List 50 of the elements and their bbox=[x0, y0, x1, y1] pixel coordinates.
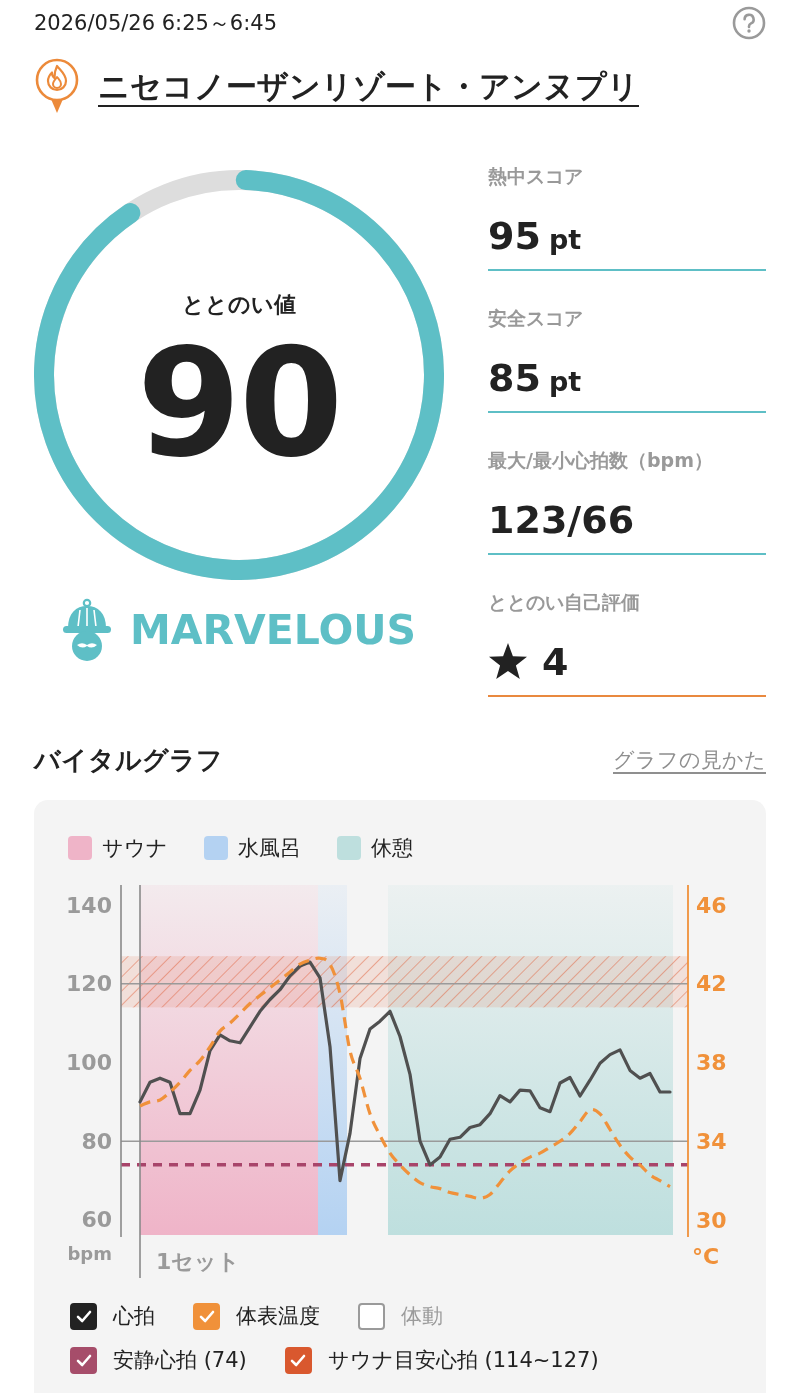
axis-tick-label: 60 bbox=[81, 1207, 112, 1233]
stat-value: 123/66 bbox=[488, 497, 635, 543]
set-label: 1セット bbox=[156, 1248, 241, 1274]
stat-unit: pt bbox=[548, 365, 582, 399]
session-datetime: 2026/05/26 6:25～6:45 bbox=[34, 10, 278, 37]
axis-unit-label: °C bbox=[692, 1243, 720, 1269]
checkbox[interactable] bbox=[284, 1346, 312, 1374]
axis-tick-label: 46 bbox=[696, 892, 727, 918]
axis-tick-label: 30 bbox=[696, 1207, 727, 1233]
stat-value: 85 bbox=[488, 355, 541, 401]
stat-label: 最大/最小心拍数（bpm） bbox=[488, 448, 714, 473]
check-icon bbox=[198, 1309, 215, 1323]
checkbox-label: 体表温度 bbox=[236, 1303, 320, 1330]
check-icon bbox=[290, 1353, 307, 1367]
axis-tick-label: 140 bbox=[66, 892, 112, 918]
checkbox-label: 心拍 bbox=[113, 1303, 155, 1330]
help-icon[interactable] bbox=[732, 6, 766, 40]
section-title: バイタルグラフ bbox=[34, 744, 223, 777]
legend-label: 休憩 bbox=[371, 835, 413, 861]
checkbox[interactable] bbox=[70, 1302, 97, 1330]
check-icon bbox=[75, 1353, 92, 1367]
checkbox-label: 安静心拍 (74) bbox=[113, 1347, 247, 1374]
legend-label: 水風呂 bbox=[238, 835, 301, 861]
score-value: 90 bbox=[136, 328, 342, 478]
legend-label: サウナ bbox=[102, 835, 168, 861]
checkbox-label: サウナ目安心拍 (114~127) bbox=[327, 1347, 599, 1374]
checkbox[interactable] bbox=[358, 1302, 385, 1330]
place-name-link[interactable]: ニセコノーザンリゾート・アンヌプリ bbox=[98, 66, 639, 106]
stat-unit: pt bbox=[548, 223, 582, 257]
checkbox-label: 体動 bbox=[401, 1303, 443, 1330]
checkbox[interactable] bbox=[193, 1302, 220, 1330]
check-icon bbox=[75, 1309, 92, 1323]
axis-tick-label: 120 bbox=[66, 971, 112, 997]
axis-tick-label: 80 bbox=[81, 1128, 112, 1154]
stat-value: 95 bbox=[488, 213, 541, 259]
hat-character-icon bbox=[61, 598, 112, 662]
axis-tick-label: 38 bbox=[696, 1050, 727, 1076]
score-label: ととのい値 bbox=[182, 291, 296, 319]
stat-value: 4 bbox=[542, 639, 569, 685]
star-icon bbox=[488, 643, 528, 681]
flame-pin-icon bbox=[34, 58, 80, 114]
axis-tick-label: 42 bbox=[696, 971, 727, 997]
stat-label: 熱中スコア bbox=[488, 164, 584, 189]
axis-tick-label: 100 bbox=[66, 1050, 112, 1075]
stat-label: ととのい自己評価 bbox=[488, 590, 641, 615]
checkbox[interactable] bbox=[70, 1346, 97, 1374]
grade-label: MARVELOUS bbox=[129, 606, 417, 654]
stat-label: 安全スコア bbox=[488, 306, 584, 331]
axis-tick-label: 34 bbox=[696, 1128, 727, 1154]
axis-unit-label: bpm bbox=[67, 1242, 112, 1264]
